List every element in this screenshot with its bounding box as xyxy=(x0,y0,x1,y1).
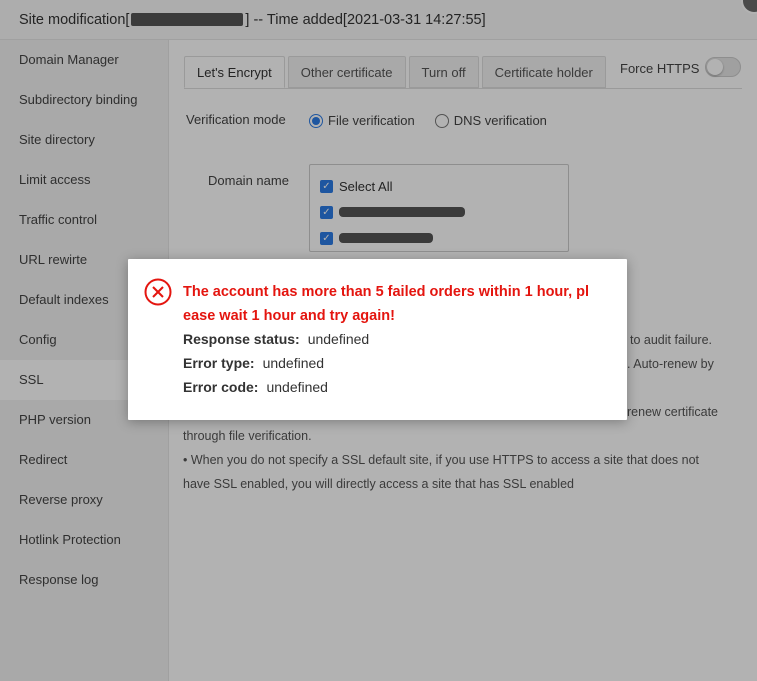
response-status-row: Response status: undefined xyxy=(183,331,369,347)
error-dialog: The account has more than 5 failed order… xyxy=(128,259,627,420)
error-message: The account has more than 5 failed order… xyxy=(183,280,613,328)
error-circle-x-icon xyxy=(144,278,172,306)
error-code-row: Error code: undefined xyxy=(183,379,328,395)
error-type-value: undefined xyxy=(262,355,325,371)
error-message-line: The account has more than 5 failed order… xyxy=(183,284,590,300)
error-message-line: ease wait 1 hour and try again! xyxy=(183,308,395,324)
error-code-value: undefined xyxy=(266,379,328,395)
error-type-label: Error type: xyxy=(183,355,255,371)
response-status-value: undefined xyxy=(307,331,370,347)
error-type-row: Error type: undefined xyxy=(183,355,324,371)
response-status-label: Response status: xyxy=(183,331,300,347)
error-code-label: Error code: xyxy=(183,379,259,395)
